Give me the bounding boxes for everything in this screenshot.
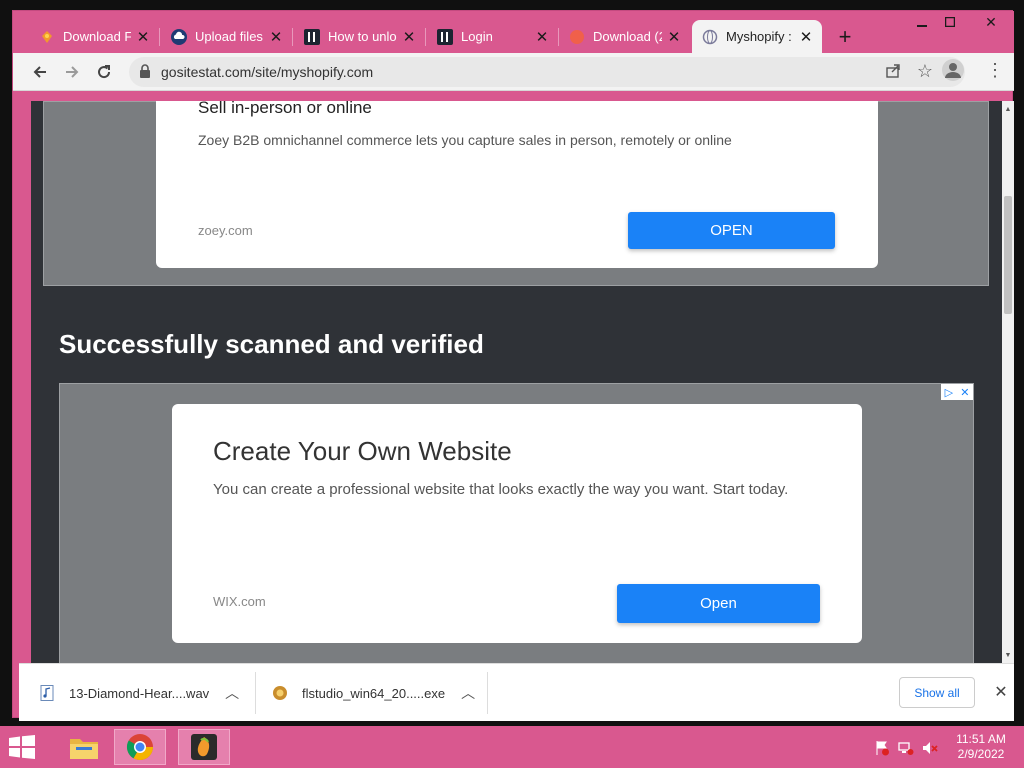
ad-open-button[interactable]: Open [617,584,820,623]
scroll-down-arrow-icon[interactable]: ▼ [1002,649,1014,661]
system-clock[interactable]: 11:51 AM 2/9/2022 [946,732,1016,762]
maximize-button[interactable] [933,11,967,33]
cloud-upload-icon [171,28,187,45]
reload-icon [98,65,111,79]
download-item[interactable]: 13-Diamond-Hear....wav ︿ [39,672,239,714]
tab-title: Myshopify : [726,29,792,44]
tab-separator [292,28,293,46]
close-icon[interactable]: ✕ [666,29,682,46]
tab-download-2[interactable]: Download (2 ✕ [559,20,690,53]
ad-card[interactable]: Sell in-person or online Zoey B2B omnich… [156,101,878,268]
file-explorer-icon[interactable] [58,729,110,765]
divider [487,672,488,714]
ad-banner-zoey: Sell in-person or online Zoey B2B omnich… [43,101,989,286]
download-filename: 13-Diamond-Hear....wav [69,685,210,701]
scroll-up-arrow-icon[interactable]: ▲ [1002,103,1014,115]
ad-domain: zoey.com [198,223,253,238]
chevron-up-icon[interactable]: ︿ [225,683,239,703]
share-icon[interactable] [885,63,903,81]
ad-headline: Sell in-person or online [198,101,372,117]
clock-time: 11:51 AM [956,732,1006,746]
ad-open-button[interactable]: OPEN [628,212,835,249]
ll-logo-icon [437,28,453,45]
play-triangle-icon: ▷ [944,386,954,399]
tab-separator [425,28,426,46]
ll-logo-icon [304,28,320,45]
close-icon[interactable]: ✕ [960,386,969,399]
tab-myshopify[interactable]: Myshopify : ✕ [692,20,822,53]
bookmark-star-icon[interactable]: ☆ [917,61,933,82]
ad-banner-wix: ▷ ✕ Create Your Own Website You can creat… [59,383,974,663]
show-all-button[interactable]: Show all [899,677,975,708]
network-icon[interactable] [898,740,914,756]
page-heading: Successfully scanned and verified [59,329,484,359]
new-tab-button[interactable]: + [833,24,857,49]
close-icon[interactable]: ✕ [268,29,284,46]
tab-separator [159,28,160,46]
chevron-up-icon[interactable]: ︿ [461,683,475,703]
fl-studio-icon [39,29,55,45]
tab-title: Download FL [63,29,131,44]
installer-icon [272,685,288,701]
tab-upload-files[interactable]: Upload files ✕ [161,20,293,53]
forward-button[interactable] [59,59,85,85]
desktop: Download FL ✕ Upload files ✕ How to unlo… [0,0,1024,768]
close-window-button[interactable]: ✕ [971,11,1011,33]
reload-button[interactable] [91,59,117,85]
globe-icon [702,29,718,45]
tab-login[interactable]: Login ✕ [427,20,559,53]
action-center-flag-icon[interactable] [874,740,890,756]
tab-how-to-unlock[interactable]: How to unlo ✕ [294,20,426,53]
close-icon[interactable]: ✕ [798,29,814,46]
close-icon[interactable]: ✕ [534,29,550,46]
adchoices-icon[interactable]: ▷ ✕ [941,384,973,400]
ad-card[interactable]: Create Your Own Website You can create a… [172,404,862,643]
browser-toolbar: gositestat.com/site/myshopify.com ☆ [13,53,1014,91]
tab-strip: Download FL ✕ Upload files ✕ How to unlo… [13,11,1014,53]
volume-muted-icon[interactable] [922,740,938,756]
download-filename: flstudio_win64_20.....exe [302,685,446,701]
tab-title: Login [461,29,493,44]
kebab-menu-icon[interactable]: ⋮ [986,57,1004,83]
lock-icon [139,64,153,80]
vertical-scrollbar[interactable]: ▲ ▼ [1002,101,1014,663]
page-viewport: Sell in-person or online Zoey B2B omnich… [31,101,1002,663]
ad-body: Zoey B2B omnichannel commerce lets you c… [198,132,732,148]
tab-download-fl[interactable]: Download FL ✕ [29,20,160,53]
fl-studio-icon[interactable] [178,729,230,765]
audio-file-icon [39,685,55,701]
close-icon[interactable]: ✕ [135,29,151,46]
address-bar[interactable]: gositestat.com/site/myshopify.com ☆ [129,57,965,87]
close-icon[interactable]: ✕ [991,682,1011,702]
browser-window: Download FL ✕ Upload files ✕ How to unlo… [12,10,1014,721]
back-arrow-icon [33,66,46,78]
windows-start-icon[interactable] [8,735,40,761]
ad-headline: Create Your Own Website [213,436,512,466]
url-text: gositestat.com/site/myshopify.com [161,64,374,80]
red-circle-icon [569,29,585,45]
back-button[interactable] [27,59,53,85]
scrollbar-thumb[interactable] [1004,196,1012,314]
tab-title: Download (2 [593,29,662,44]
forward-arrow-icon [66,66,79,78]
close-icon[interactable]: ✕ [401,29,417,46]
download-item[interactable]: flstudio_win64_20.....exe ︿ [272,672,475,714]
divider [255,672,256,714]
downloads-bar: 13-Diamond-Hear....wav ︿ flstudio_win64_… [19,663,1014,721]
ad-body: You can create a professional website th… [213,481,789,498]
ad-domain: WIX.com [213,594,266,609]
chrome-icon[interactable] [114,729,166,765]
profile-avatar-icon[interactable] [942,59,964,81]
tab-title: Upload files [195,29,263,44]
clock-date: 2/9/2022 [957,747,1005,761]
tab-title: How to unlo [328,29,397,44]
taskbar: 11:51 AM 2/9/2022 [0,726,1024,768]
